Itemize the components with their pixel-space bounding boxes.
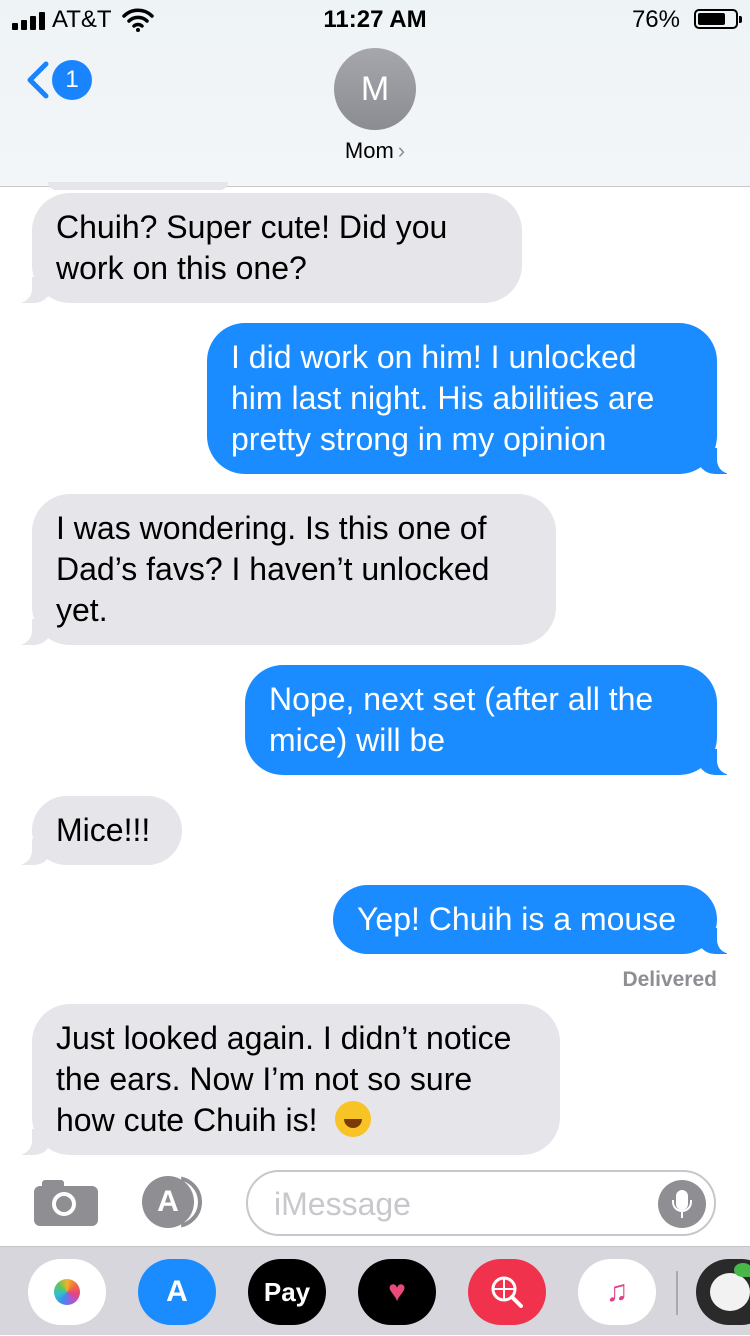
message-bubble-received[interactable]: Chuih? Super cute! Did you work on this … [6,193,522,303]
message-bubble-sent[interactable]: I did work on him! I unlocked him last n… [207,323,743,474]
message-text: Just looked again. I didn’t notice the e… [56,1020,512,1138]
apple-pay-label: Pay [263,1277,311,1307]
imessage-input[interactable] [272,1182,636,1226]
photos-icon [54,1279,80,1305]
status-bar: AT&T 11:27 AM 76% [0,0,750,40]
message-text: Yep! Chuih is a mouse [357,901,677,937]
microphone-button[interactable] [658,1180,706,1228]
delivered-status: Delivered [622,968,717,991]
music-note-icon: ♫ [605,1275,629,1308]
message-bubble-sent[interactable]: Yep! Chuih is a mouse [333,885,743,954]
camera-button[interactable] [34,1178,98,1226]
app-store-icon: A [142,1176,194,1228]
heart-icon: ♥ [388,1275,406,1308]
globe-search-icon [491,1276,523,1308]
previous-message-edge [48,182,228,190]
photos-app-button[interactable] [28,1259,106,1325]
laughing-emoji-icon [335,1101,372,1137]
message-text: Chuih? Super cute! Did you work on this … [56,209,448,286]
message-field[interactable] [246,1170,716,1236]
game-icon [710,1273,750,1311]
contact-name: Mom [344,138,394,163]
message-text: I was wondering. Is this one of Dad’s fa… [56,510,490,628]
app-drawer: A Pay ♥ ♫ [0,1246,750,1335]
digital-touch-button[interactable]: ♥ [358,1259,436,1325]
chevron-right-icon: › [397,138,406,163]
message-bubble-received[interactable]: I was wondering. Is this one of Dad’s fa… [6,494,556,645]
game-app-button[interactable] [696,1259,750,1325]
apps-button[interactable]: A [142,1176,206,1228]
apple-pay-button[interactable]: Pay [248,1259,326,1325]
app-store-icon: A [166,1275,188,1308]
contact-avatar[interactable]: M [334,48,416,130]
image-search-button[interactable] [468,1259,546,1325]
compose-bar: A [0,1160,750,1246]
back-button[interactable]: 1 [24,58,94,102]
unread-badge: 1 [52,60,92,100]
message-text: Nope, next set (after all the mice) will… [269,681,654,758]
message-bubble-received[interactable]: Mice!!! [6,796,182,865]
music-app-button[interactable]: ♫ [578,1259,656,1325]
app-store-button[interactable]: A [138,1259,216,1325]
battery-percentage: 76% [631,6,680,33]
message-text: I did work on him! I unlocked him last n… [231,339,655,457]
message-bubble-received[interactable]: Just looked again. I didn’t notice the e… [6,1004,560,1155]
battery-icon [694,9,742,29]
contact-name-button[interactable]: Mom › [0,138,750,164]
message-text: Mice!!! [56,812,151,848]
drawer-divider [676,1271,678,1315]
message-bubble-sent[interactable]: Nope, next set (after all the mice) will… [245,665,743,775]
chevron-left-icon [27,61,49,99]
